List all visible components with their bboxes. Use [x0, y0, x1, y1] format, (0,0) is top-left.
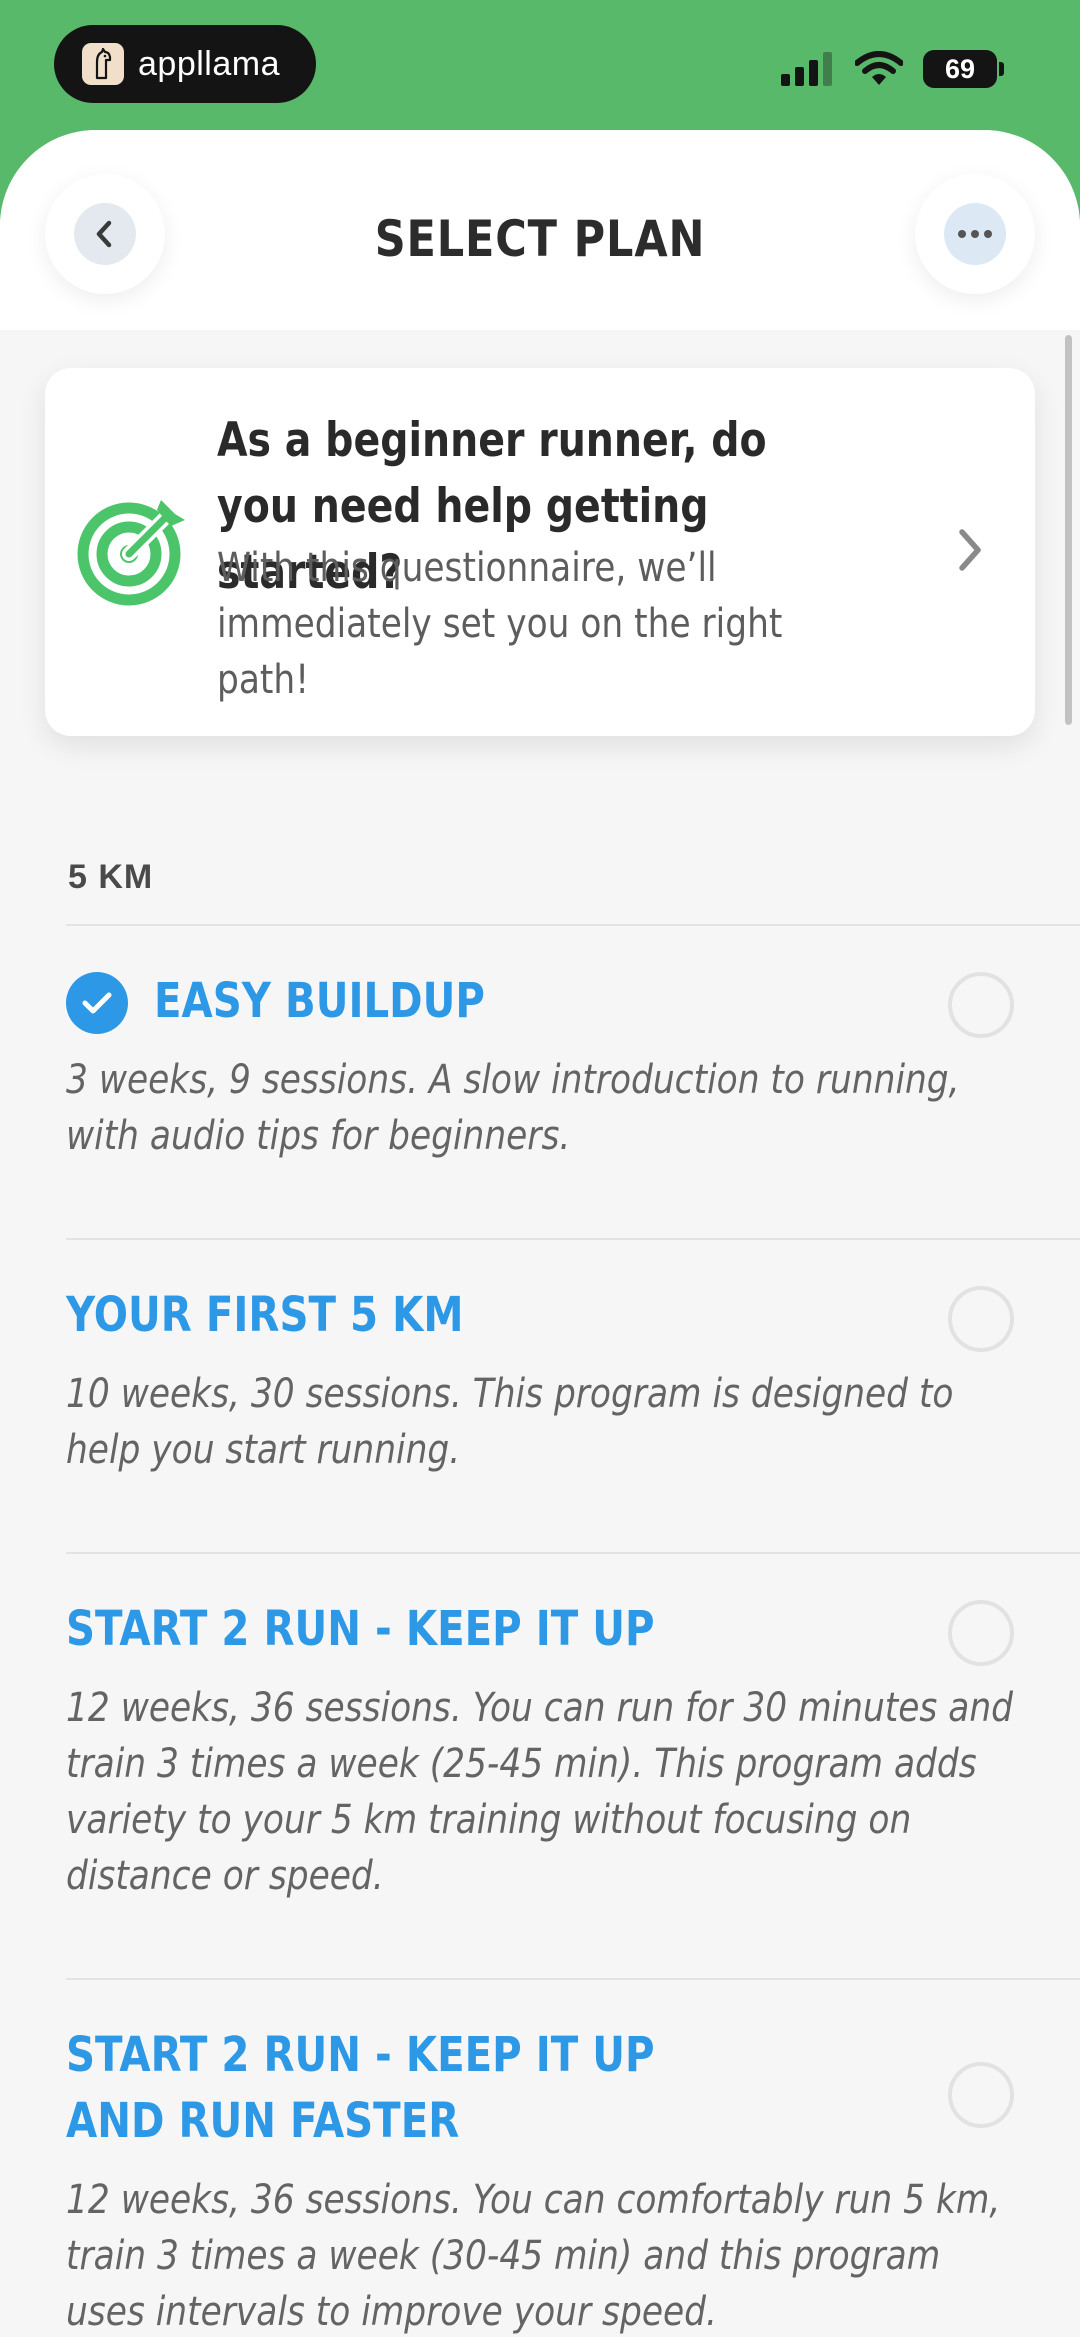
plan-description: 3 weeks, 9 sessions. A slow introduction… [66, 1057, 960, 1159]
battery-level: 69 [944, 53, 976, 84]
plan-title: YOUR FIRST 5 KM [66, 1287, 464, 1343]
divider [66, 1238, 1080, 1240]
divider [66, 1552, 1080, 1554]
plan-sheet: SELECT PLAN As a beginner runner, do you… [0, 130, 1080, 2337]
more-options-button[interactable] [915, 174, 1035, 294]
signal-icon [781, 52, 832, 86]
plan-title: START 2 RUN - KEEP IT UP AND RUN FASTER [66, 2027, 655, 2149]
plan-radio[interactable] [948, 1286, 1014, 1352]
beginner-questionnaire-card[interactable]: As a beginner runner, do you need help g… [45, 368, 1035, 736]
plan-description: 12 weeks, 36 sessions. You can run for 3… [66, 1685, 1013, 1899]
brand-pill: appllama [54, 25, 316, 103]
plan-item-easy-buildup[interactable]: EASY BUILDUP 3 weeks, 9 sessions. A slow… [66, 968, 1080, 1278]
plan-title: START 2 RUN - KEEP IT UP [66, 1601, 655, 1657]
checkmark-icon [66, 972, 128, 1034]
plan-item-your-first-5km[interactable]: YOUR FIRST 5 KM 10 weeks, 30 sessions. T… [66, 1282, 1080, 1572]
battery-icon: 69 [923, 50, 1004, 88]
status-bar: appllama 69 [0, 0, 1080, 132]
plan-item-start2run-run-faster[interactable]: START 2 RUN - KEEP IT UP AND RUN FASTER … [66, 2022, 1080, 2337]
section-label: 5 KM [68, 858, 154, 896]
plan-radio[interactable] [948, 2062, 1014, 2128]
brand-name: appllama [138, 44, 280, 83]
divider [66, 924, 1080, 926]
status-icons: 69 [781, 50, 1004, 88]
plan-title: EASY BUILDUP [154, 973, 485, 1029]
divider [66, 1978, 1080, 1980]
plan-description: 12 weeks, 36 sessions. You can comfortab… [66, 2177, 1001, 2335]
page-title: SELECT PLAN [374, 210, 706, 268]
plan-description: 10 weeks, 30 sessions. This program is d… [66, 1371, 954, 1473]
promo-text: With this questionnaire, we’ll immediate… [217, 545, 783, 703]
plan-radio[interactable] [948, 972, 1014, 1038]
chevron-right-icon [959, 529, 981, 571]
scrollbar[interactable] [1065, 335, 1072, 725]
wifi-icon [855, 51, 903, 85]
target-icon [77, 500, 185, 606]
plan-radio[interactable] [948, 1600, 1014, 1666]
ellipsis-icon [958, 230, 992, 238]
plan-item-start2run-keep-it-up[interactable]: START 2 RUN - KEEP IT UP 12 weeks, 36 se… [66, 1596, 1080, 1986]
llama-logo-icon [82, 43, 124, 85]
